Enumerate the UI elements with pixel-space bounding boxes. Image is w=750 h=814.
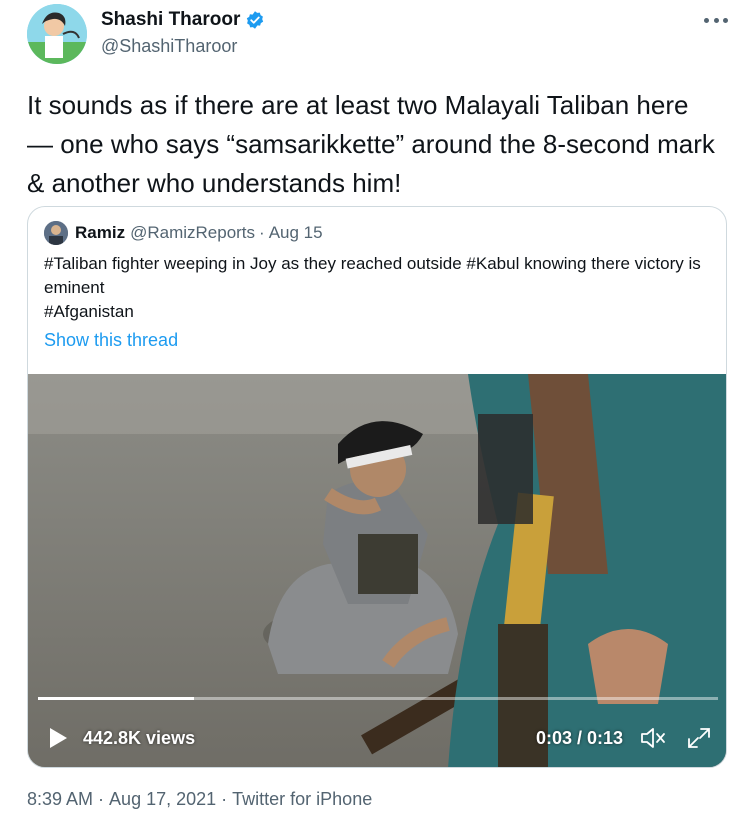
separator-dot: · [221, 789, 228, 809]
verified-icon [247, 11, 264, 29]
quoted-text-line: #Taliban fighter weeping in Joy as they … [44, 254, 701, 297]
video-time: 0:03 / 0:13 [536, 728, 624, 748]
fullscreen-icon[interactable] [686, 726, 712, 750]
separator-dot: · [259, 223, 265, 242]
progress-fill [38, 697, 195, 700]
more-icon[interactable] [704, 14, 728, 26]
author-handle[interactable]: @ShashiTharoor [101, 36, 237, 57]
play-icon[interactable] [48, 727, 68, 749]
mute-icon[interactable] [640, 726, 668, 750]
video-player[interactable]: 442.8K views 0:03 / 0:13 [28, 374, 726, 767]
quoted-date: Aug 15 [268, 223, 323, 242]
tweet-date[interactable]: Aug 17, 2021 [109, 789, 216, 810]
tweet-text: It sounds as if there are at least two M… [27, 90, 715, 198]
video-frame [28, 374, 726, 767]
quoted-tweet[interactable]: Ramiz @RamizReports · Aug 15 #Taliban fi… [27, 206, 727, 768]
tweet-meta: 8:39 AM · Aug 17, 2021 · Twitter for iPh… [27, 789, 377, 810]
author-name[interactable]: Shashi Tharoor [101, 9, 240, 31]
quoted-text: #Taliban fighter weeping in Joy as they … [44, 252, 704, 324]
quoted-handle: @RamizReports [130, 223, 256, 242]
quoted-name: Ramiz [75, 223, 126, 242]
show-thread-link[interactable]: Show this thread [44, 330, 178, 351]
progress-bar[interactable] [38, 697, 718, 700]
quoted-avatar [44, 221, 68, 245]
separator-dot: · [98, 789, 105, 809]
quoted-header: Ramiz @RamizReports · Aug 15 [44, 221, 323, 245]
author-avatar[interactable] [27, 4, 87, 64]
tweet-source[interactable]: Twitter for iPhone [232, 789, 372, 810]
quoted-hashtag-line: #Afganistan [44, 302, 134, 321]
tweet-time[interactable]: 8:39 AM [27, 789, 93, 810]
view-count: 442.8K views [83, 728, 196, 748]
